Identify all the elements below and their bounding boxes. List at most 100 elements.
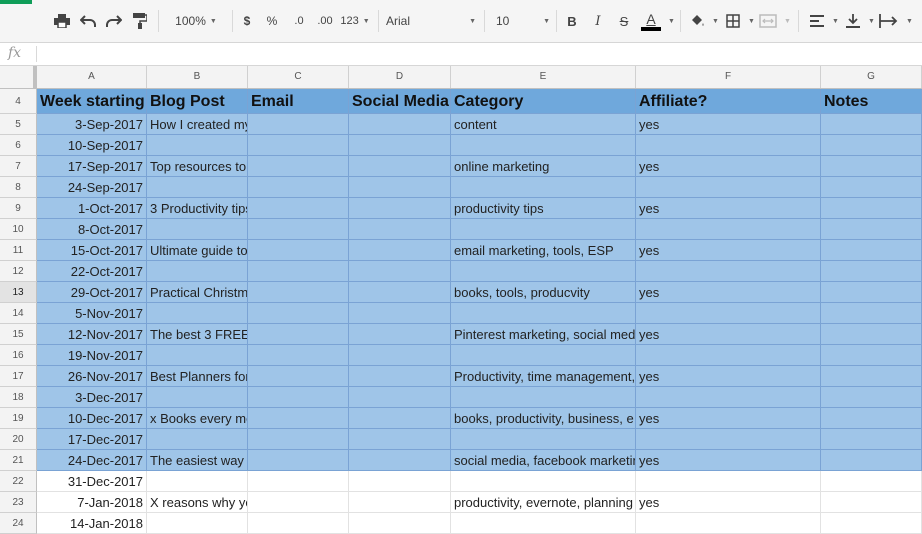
table-cell[interactable] <box>636 219 821 240</box>
column-title-cell[interactable]: Notes <box>821 89 922 114</box>
redo-icon[interactable] <box>104 8 124 34</box>
row-number[interactable]: 6 <box>0 135 37 156</box>
table-cell[interactable] <box>451 387 636 408</box>
row-number[interactable]: 24 <box>0 513 37 534</box>
table-cell[interactable]: 14-Jan-2018 <box>37 513 147 534</box>
table-cell[interactable]: X reasons why you should use templates <box>147 492 248 513</box>
table-cell[interactable] <box>248 135 349 156</box>
table-cell[interactable] <box>821 219 922 240</box>
row-number[interactable]: 7 <box>0 156 37 177</box>
row-number[interactable]: 13 <box>0 282 37 303</box>
table-cell[interactable] <box>248 345 349 366</box>
table-cell[interactable]: 31-Dec-2017 <box>37 471 147 492</box>
font-size-select[interactable]: 10 ▼ <box>496 8 550 34</box>
table-cell[interactable] <box>451 345 636 366</box>
table-cell[interactable] <box>821 387 922 408</box>
table-cell[interactable] <box>248 324 349 345</box>
table-cell[interactable] <box>451 177 636 198</box>
table-cell[interactable] <box>248 282 349 303</box>
table-cell[interactable] <box>349 135 451 156</box>
row-number[interactable]: 4 <box>0 89 37 114</box>
table-cell[interactable] <box>248 513 349 534</box>
table-cell[interactable] <box>248 219 349 240</box>
row-number[interactable]: 5 <box>0 114 37 135</box>
table-cell[interactable]: yes <box>636 408 821 429</box>
table-cell[interactable] <box>248 429 349 450</box>
table-cell[interactable]: yes <box>636 324 821 345</box>
table-cell[interactable]: 29-Oct-2017 <box>37 282 147 303</box>
row-number[interactable]: 16 <box>0 345 37 366</box>
row-number[interactable]: 19 <box>0 408 37 429</box>
table-cell[interactable] <box>349 219 451 240</box>
table-cell[interactable]: 3 Productivity tips that will help you g… <box>147 198 248 219</box>
table-cell[interactable]: email marketing, tools, ESP <box>451 240 636 261</box>
table-cell[interactable] <box>147 135 248 156</box>
table-cell[interactable]: productivity tips <box>451 198 636 219</box>
table-cell[interactable] <box>349 177 451 198</box>
table-cell[interactable]: 17-Sep-2017 <box>37 156 147 177</box>
table-cell[interactable] <box>147 303 248 324</box>
table-cell[interactable]: books, productivity, business, e <box>451 408 636 429</box>
table-cell[interactable]: 19-Nov-2017 <box>37 345 147 366</box>
paint-format-icon[interactable] <box>130 8 150 34</box>
table-cell[interactable]: The best 3 FREE Pinterest courses for be… <box>147 324 248 345</box>
table-cell[interactable]: Ultimate guide to choose an ESP <box>147 240 248 261</box>
zoom-select[interactable]: 100% ▼ <box>168 8 224 34</box>
table-cell[interactable]: Top resources to learn online marketing … <box>147 156 248 177</box>
column-header-e[interactable]: E <box>451 66 636 88</box>
row-number[interactable]: 20 <box>0 429 37 450</box>
table-cell[interactable] <box>636 303 821 324</box>
table-cell[interactable]: 10-Sep-2017 <box>37 135 147 156</box>
table-cell[interactable] <box>248 366 349 387</box>
table-cell[interactable] <box>147 261 248 282</box>
table-cell[interactable] <box>821 408 922 429</box>
table-cell[interactable] <box>349 261 451 282</box>
table-cell[interactable]: 24-Dec-2017 <box>37 450 147 471</box>
table-cell[interactable]: 22-Oct-2017 <box>37 261 147 282</box>
table-cell[interactable] <box>349 429 451 450</box>
table-cell[interactable] <box>248 177 349 198</box>
table-cell[interactable] <box>636 429 821 450</box>
table-cell[interactable] <box>248 156 349 177</box>
column-header-d[interactable]: D <box>349 66 451 88</box>
table-cell[interactable] <box>821 156 922 177</box>
print-icon[interactable] <box>52 8 72 34</box>
table-cell[interactable] <box>248 450 349 471</box>
table-cell[interactable] <box>349 492 451 513</box>
table-cell[interactable]: 3-Sep-2017 <box>37 114 147 135</box>
text-wrap-icon[interactable] <box>878 8 900 34</box>
table-cell[interactable] <box>349 513 451 534</box>
table-cell[interactable] <box>248 492 349 513</box>
table-cell[interactable] <box>349 114 451 135</box>
column-header-g[interactable]: G <box>821 66 922 88</box>
table-cell[interactable]: Practical Christmas Presents for blogger… <box>147 282 248 303</box>
table-cell[interactable]: The easiest way to find content for your… <box>147 450 248 471</box>
increase-decimals-button[interactable]: .00 <box>314 8 336 34</box>
table-cell[interactable] <box>248 303 349 324</box>
horizontal-align-icon[interactable] <box>808 8 826 34</box>
column-header-a[interactable]: A <box>37 66 147 88</box>
table-cell[interactable]: yes <box>636 114 821 135</box>
table-cell[interactable] <box>349 345 451 366</box>
column-title-cell[interactable]: Email <box>248 89 349 114</box>
table-cell[interactable] <box>147 177 248 198</box>
row-number[interactable]: 12 <box>0 261 37 282</box>
table-cell[interactable]: yes <box>636 366 821 387</box>
table-cell[interactable] <box>248 198 349 219</box>
font-family-select[interactable]: Arial ▼ <box>386 8 476 34</box>
table-cell[interactable]: content <box>451 114 636 135</box>
undo-icon[interactable] <box>78 8 98 34</box>
currency-format-button[interactable]: $ <box>240 8 254 34</box>
table-cell[interactable] <box>821 429 922 450</box>
table-cell[interactable] <box>349 324 451 345</box>
table-cell[interactable]: Productivity, time management, <box>451 366 636 387</box>
column-header-f[interactable]: F <box>636 66 821 88</box>
table-cell[interactable] <box>349 198 451 219</box>
table-cell[interactable] <box>349 366 451 387</box>
table-cell[interactable] <box>636 513 821 534</box>
column-title-cell[interactable]: Week starting <box>37 89 147 114</box>
table-cell[interactable] <box>147 345 248 366</box>
table-cell[interactable]: books, tools, producvity <box>451 282 636 303</box>
decrease-decimals-button[interactable]: .0 <box>288 8 310 34</box>
row-number[interactable]: 9 <box>0 198 37 219</box>
